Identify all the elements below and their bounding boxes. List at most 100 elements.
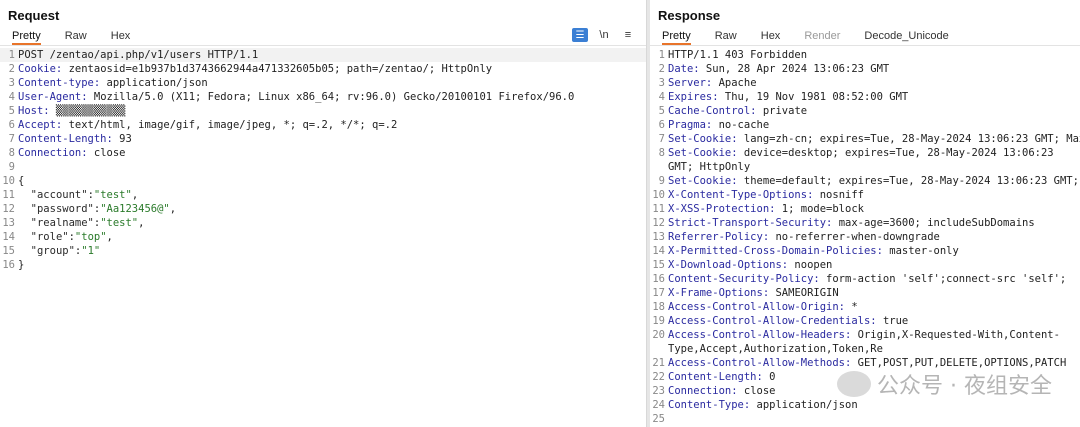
line-number: 13 <box>652 231 665 243</box>
line-text: Cache-Control: private <box>668 105 808 117</box>
line-text: Connection: close <box>668 385 776 397</box>
line-text: "group":"1" <box>30 245 101 257</box>
response-tab-decode-unicode[interactable]: Decode_Unicode <box>864 28 948 45</box>
line-number: 14 <box>652 245 665 257</box>
line-number: 17 <box>652 287 665 299</box>
line-text: Access-Control-Allow-Headers: Origin,X-R… <box>668 329 1060 355</box>
request-editor[interactable]: 1 POST /zentao/api.php/v1/users HTTP/1.1 2… <box>0 48 646 427</box>
line-text: Access-Control-Allow-Credentials: true <box>668 315 909 327</box>
line-text: HTTP/1.1 403 Forbidden <box>668 49 808 61</box>
code-line: 8 Connection: close <box>0 146 646 160</box>
code-line: 17 X-Frame-Options: SAMEORIGIN <box>650 286 1080 300</box>
line-text: "role":"top", <box>30 231 113 243</box>
request-title: Request <box>8 8 60 23</box>
code-line: 5 Host: ▒▒▒▒▒▒▒▒▒▒▒ <box>0 104 646 118</box>
code-line: 5 Cache-Control: private <box>650 104 1080 118</box>
line-number: 4 <box>8 91 15 103</box>
code-line: 1 HTTP/1.1 403 Forbidden <box>650 48 1080 62</box>
code-line: 12 Strict-Transport-Security: max-age=360… <box>650 216 1080 230</box>
code-line: 20 Access-Control-Allow-Headers: Origin,X… <box>650 328 1080 356</box>
code-line: 13 "realname":"test", <box>0 216 646 230</box>
line-text: Date: Sun, 28 Apr 2024 13:06:23 GMT <box>668 63 890 75</box>
response-title: Response <box>658 8 721 23</box>
response-tab-pretty[interactable]: Pretty <box>662 28 691 45</box>
code-line: 4 Expires: Thu, 19 Nov 1981 08:52:00 GMT <box>650 90 1080 104</box>
line-text: Content-Type: application/json <box>668 399 858 411</box>
code-line: 15 "group":"1" <box>0 244 646 258</box>
code-line: 15 X-Download-Options: noopen <box>650 258 1080 272</box>
code-line: 3 Server: Apache <box>650 76 1080 90</box>
code-line: 11 "account":"test", <box>0 188 646 202</box>
line-number: 6 <box>658 119 665 131</box>
code-line: 12 "password":"Aa123456@", <box>0 202 646 216</box>
line-text: User-Agent: Mozilla/5.0 (X11; Fedora; Li… <box>18 91 575 103</box>
response-pane: Response Pretty Raw Hex Render Decode_Un… <box>650 0 1080 427</box>
line-number: 3 <box>658 77 665 89</box>
line-text: X-Content-Type-Options: nosniff <box>668 189 864 201</box>
line-number: 13 <box>2 217 15 229</box>
line-text: } <box>18 259 25 271</box>
code-line: 6 Accept: text/html, image/gif, image/jpe… <box>0 118 646 132</box>
code-line: 11 X-XSS-Protection: 1; mode=block <box>650 202 1080 216</box>
code-line: 3 Content-type: application/json <box>0 76 646 90</box>
line-text: X-Frame-Options: SAMEORIGIN <box>668 287 839 299</box>
line-number: 11 <box>2 189 15 201</box>
line-number: 14 <box>2 231 15 243</box>
line-text: Expires: Thu, 19 Nov 1981 08:52:00 GMT <box>668 91 909 103</box>
line-number: 1 <box>8 49 15 61</box>
line-text: Set-Cookie: theme=default; expires=Tue, … <box>668 175 1079 187</box>
line-number: 7 <box>658 133 665 145</box>
line-number: 5 <box>8 105 15 117</box>
code-line: 25 <box>650 412 1080 426</box>
request-tab-pretty[interactable]: Pretty <box>12 28 41 45</box>
line-text: Connection: close <box>18 147 126 159</box>
line-number: 15 <box>2 245 15 257</box>
request-pane: Request Pretty Raw Hex ☰ \n ≡ 1 POST /zen… <box>0 0 646 427</box>
line-number: 25 <box>652 413 665 425</box>
code-line: 19 Access-Control-Allow-Credentials: true <box>650 314 1080 328</box>
menu-icon[interactable]: ≡ <box>620 28 636 42</box>
line-number: 3 <box>8 77 15 89</box>
line-text: "realname":"test", <box>30 217 145 229</box>
code-line: 8 Set-Cookie: device=desktop; expires=Tue… <box>650 146 1080 174</box>
request-tabs: Pretty Raw Hex <box>0 28 646 46</box>
code-line: 14 "role":"top", <box>0 230 646 244</box>
line-text: Set-Cookie: device=desktop; expires=Tue,… <box>668 147 1060 173</box>
line-number: 1 <box>658 49 665 61</box>
line-number: 16 <box>2 259 15 271</box>
response-tab-hex[interactable]: Hex <box>761 28 781 45</box>
line-number: 10 <box>652 189 665 201</box>
line-number: 10 <box>2 175 15 187</box>
line-number: 9 <box>8 161 15 173</box>
line-text: Referrer-Policy: no-referrer-when-downgr… <box>668 231 940 243</box>
line-text: X-Permitted-Cross-Domain-Policies: maste… <box>668 245 959 257</box>
line-number: 9 <box>658 175 665 187</box>
line-number: 22 <box>652 371 665 383</box>
line-number: 11 <box>652 203 665 215</box>
line-text: X-XSS-Protection: 1; mode=block <box>668 203 864 215</box>
code-line: 10{ <box>0 174 646 188</box>
line-number: 23 <box>652 385 665 397</box>
line-number: 24 <box>652 399 665 411</box>
line-text: Accept: text/html, image/gif, image/jpeg… <box>18 119 398 131</box>
line-text: { <box>18 175 25 187</box>
response-tab-raw[interactable]: Raw <box>715 28 737 45</box>
request-tab-raw[interactable]: Raw <box>65 28 87 45</box>
request-tab-hex[interactable]: Hex <box>111 28 131 45</box>
code-line: 24 Content-Type: application/json <box>650 398 1080 412</box>
line-text: Content-Length: 0 <box>668 371 776 383</box>
line-number: 2 <box>8 63 15 75</box>
code-line: 16} <box>0 258 646 272</box>
line-text: X-Download-Options: noopen <box>668 259 833 271</box>
code-line: 1 POST /zentao/api.php/v1/users HTTP/1.1 <box>0 48 646 62</box>
show-newlines-icon[interactable]: \n <box>596 28 612 42</box>
line-text: Access-Control-Allow-Origin: * <box>668 301 858 313</box>
line-text: Content-type: application/json <box>18 77 208 89</box>
code-line: 2 Cookie: zentaosid=e1b937b1d3743662944a4… <box>0 62 646 76</box>
wrap-lines-icon[interactable]: ☰ <box>572 28 588 42</box>
response-tab-render[interactable]: Render <box>804 28 840 45</box>
line-number: 19 <box>652 315 665 327</box>
line-text: Pragma: no-cache <box>668 119 770 131</box>
line-text: POST /zentao/api.php/v1/users HTTP/1.1 <box>18 49 259 61</box>
watermark: 公众号 · 夜组安全 <box>837 368 1052 400</box>
